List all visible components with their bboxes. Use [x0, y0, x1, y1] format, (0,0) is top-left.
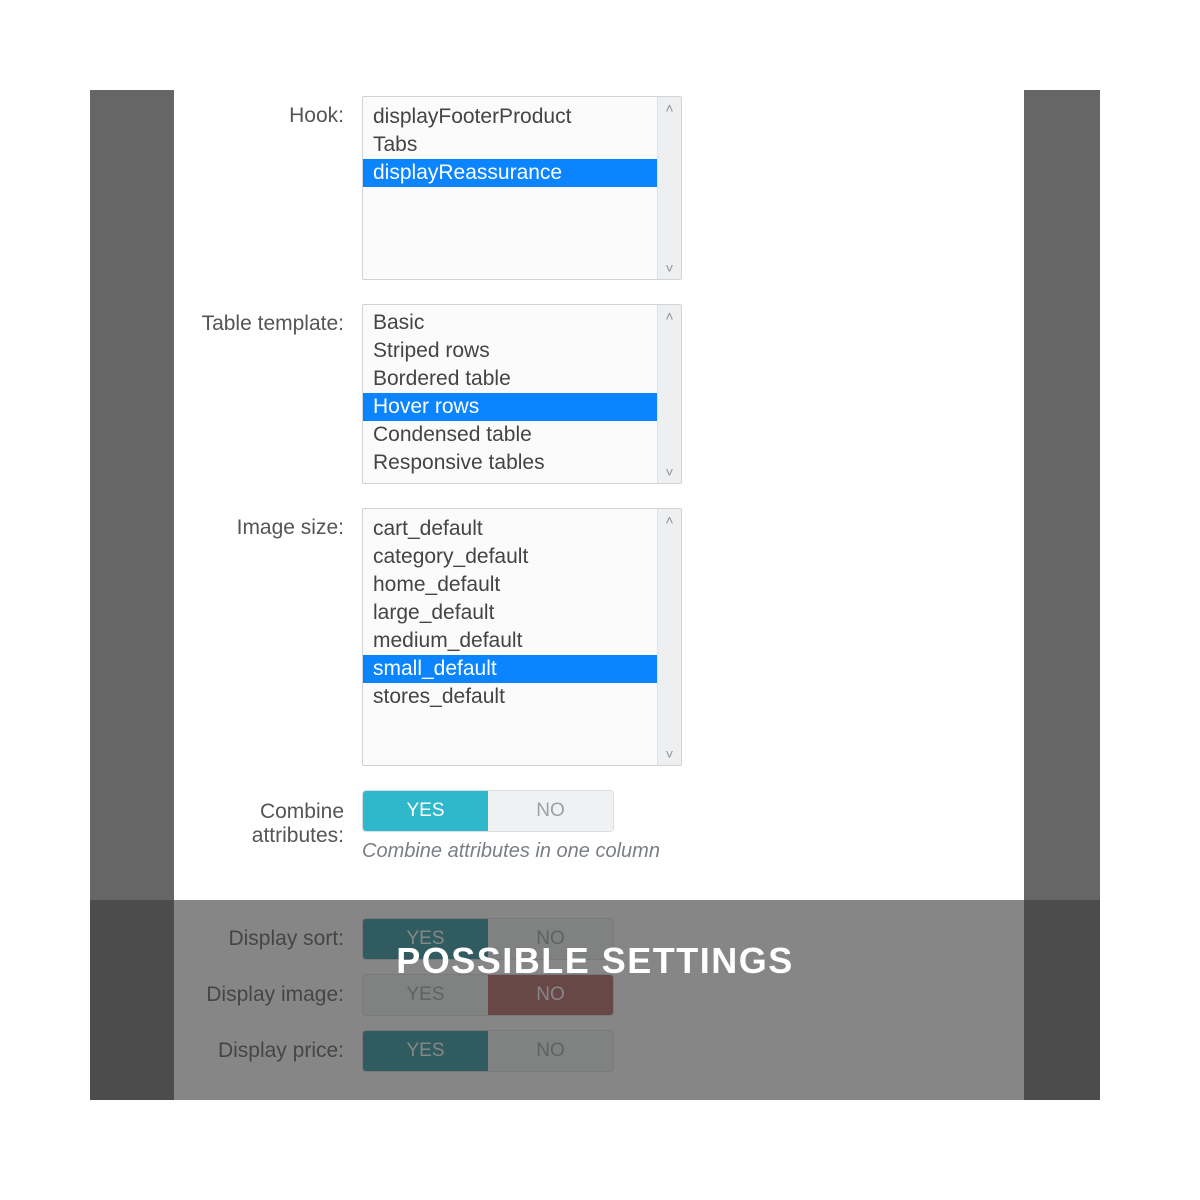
imagesize-option[interactable]: medium_default — [363, 627, 657, 655]
template-option[interactable]: Basic — [363, 309, 657, 337]
imagesize-option[interactable]: category_default — [363, 543, 657, 571]
template-option[interactable]: Responsive tables — [363, 449, 657, 477]
template-option[interactable]: Striped rows — [363, 337, 657, 365]
hook-option[interactable]: Tabs — [363, 131, 657, 159]
label-display-image: Display image: — [174, 983, 344, 1007]
label-hook: Hook: — [174, 96, 344, 128]
row-display-price: Display price: YES NO — [174, 1030, 1024, 1072]
lower-settings: Display sort: YES NO Display image: YES … — [174, 900, 1024, 1100]
template-option-selected[interactable]: Hover rows — [363, 393, 657, 421]
display-price-toggle[interactable]: YES NO — [362, 1030, 614, 1072]
chevron-down-icon[interactable]: ˅ — [665, 465, 673, 479]
settings-panel: Hook: displayFooterProduct Tabs displayR… — [174, 90, 1024, 900]
scrollbar[interactable]: ˄ ˅ — [657, 97, 681, 279]
imagesize-option-selected[interactable]: small_default — [363, 655, 657, 683]
toggle-yes[interactable]: YES — [363, 1031, 488, 1071]
hook-option[interactable]: displayFooterProduct — [363, 103, 657, 131]
row-combine-attributes: Combine attributes: YES NO Combine attri… — [174, 790, 1024, 863]
chevron-down-icon[interactable]: ˅ — [665, 747, 673, 761]
scrollbar[interactable]: ˄ ˅ — [657, 509, 681, 765]
label-display-price: Display price: — [174, 1039, 344, 1063]
caption-text: POSSIBLE SETTINGS — [90, 940, 1100, 982]
chevron-up-icon[interactable]: ˄ — [665, 513, 673, 527]
chevron-up-icon[interactable]: ˄ — [665, 309, 673, 323]
label-combine-attributes: Combine attributes: — [174, 790, 344, 848]
combine-attributes-toggle[interactable]: YES NO — [362, 790, 614, 832]
imagesize-option[interactable]: cart_default — [363, 515, 657, 543]
combine-attributes-help: Combine attributes in one column — [362, 840, 682, 863]
label-table-template: Table template: — [174, 304, 344, 336]
row-image-size: Image size: cart_default category_defaul… — [174, 508, 1024, 766]
imagesize-option[interactable]: large_default — [363, 599, 657, 627]
row-hook: Hook: displayFooterProduct Tabs displayR… — [174, 90, 1024, 280]
template-option[interactable]: Condensed table — [363, 421, 657, 449]
row-table-template: Table template: Basic Striped rows Borde… — [174, 304, 1024, 484]
toggle-yes[interactable]: YES — [363, 791, 488, 831]
toggle-no[interactable]: NO — [488, 791, 613, 831]
chevron-up-icon[interactable]: ˄ — [665, 101, 673, 115]
hook-option-selected[interactable]: displayReassurance — [363, 159, 657, 187]
imagesize-option[interactable]: stores_default — [363, 683, 657, 711]
table-template-listbox[interactable]: Basic Striped rows Bordered table Hover … — [362, 304, 682, 484]
screenshot-frame: Hook: displayFooterProduct Tabs displayR… — [90, 90, 1100, 1100]
template-option[interactable]: Bordered table — [363, 365, 657, 393]
hook-listbox[interactable]: displayFooterProduct Tabs displayReassur… — [362, 96, 682, 280]
scrollbar[interactable]: ˄ ˅ — [657, 305, 681, 483]
toggle-no[interactable]: NO — [488, 1031, 613, 1071]
imagesize-option[interactable]: home_default — [363, 571, 657, 599]
label-image-size: Image size: — [174, 508, 344, 540]
chevron-down-icon[interactable]: ˅ — [665, 261, 673, 275]
image-size-listbox[interactable]: cart_default category_default home_defau… — [362, 508, 682, 766]
